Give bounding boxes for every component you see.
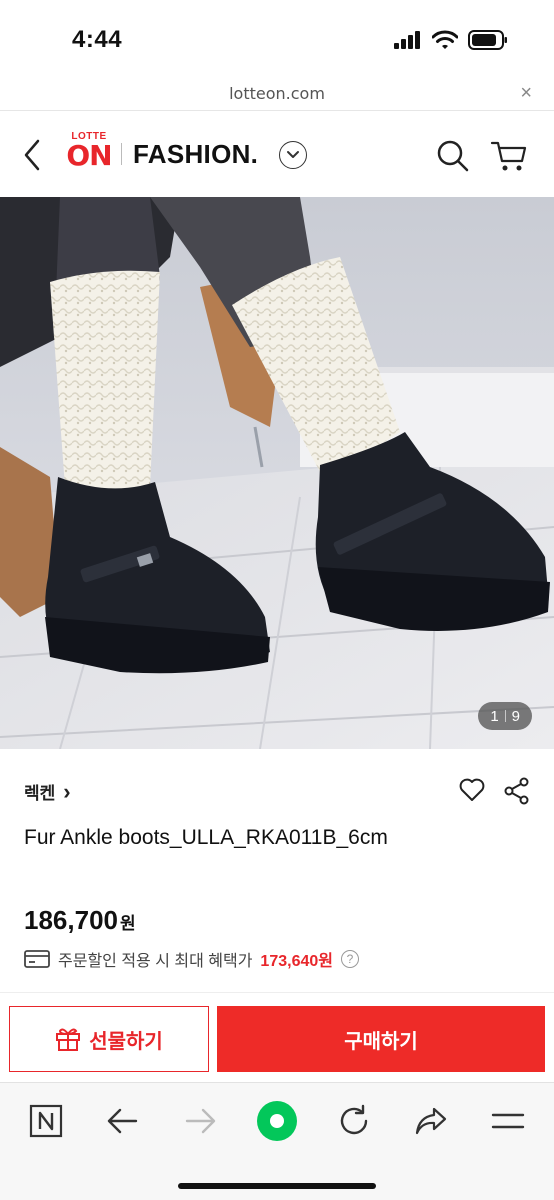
cart-button[interactable] <box>490 139 528 173</box>
naver-home-button[interactable] <box>24 1099 68 1143</box>
browser-forward-button[interactable] <box>178 1099 222 1143</box>
refresh-button[interactable] <box>332 1099 376 1143</box>
green-dot-button[interactable] <box>255 1099 299 1143</box>
menu-icon <box>491 1113 525 1129</box>
help-icon[interactable]: ? <box>340 950 359 968</box>
product-photo <box>0 197 554 749</box>
browser-toolbar <box>0 1082 554 1200</box>
wifi-icon <box>432 30 458 49</box>
url-bar[interactable]: lotteon.com × <box>0 80 554 110</box>
price-value: 186,700 <box>24 905 118 935</box>
image-counter: 1 9 <box>478 702 532 730</box>
benefit-info: 주문할인 적용 시 최대 혜택가 173,640원 ? <box>24 947 359 971</box>
heart-icon <box>459 778 485 801</box>
wishlist-button[interactable] <box>458 777 486 803</box>
url-text[interactable]: lotteon.com <box>0 84 554 103</box>
product-image[interactable]: 1 9 <box>0 197 554 749</box>
forward-share-icon <box>415 1107 447 1135</box>
cta-divider <box>0 992 554 993</box>
card-icon <box>24 950 50 968</box>
share-page-button[interactable] <box>409 1099 453 1143</box>
chevron-down-icon <box>287 151 299 158</box>
image-counter-total: 9 <box>511 707 520 725</box>
lotte-on-logo[interactable]: LOTTE ON <box>66 131 112 181</box>
image-counter-divider <box>504 710 506 722</box>
price-unit: 원 <box>119 914 136 933</box>
cart-icon <box>490 141 527 171</box>
menu-button[interactable] <box>486 1099 530 1143</box>
gift-button[interactable]: 선물하기 <box>9 1006 209 1072</box>
signal-icon <box>394 31 420 49</box>
product-name: Fur Ankle boots_ULLA_RKA011B_6cm <box>24 826 388 849</box>
back-button[interactable] <box>18 135 48 175</box>
product-price: 186,700 원 <box>24 905 136 936</box>
share-button[interactable] <box>504 777 530 805</box>
close-icon[interactable]: × <box>520 82 532 105</box>
status-time: 4:44 <box>72 26 123 53</box>
buy-label: 구매하기 <box>344 1030 418 1053</box>
arrow-left-icon <box>107 1108 138 1134</box>
browser-back-button[interactable] <box>101 1099 145 1143</box>
green-dot-icon <box>257 1101 297 1141</box>
page-title-text: FASHION <box>133 139 251 169</box>
page-title[interactable]: FASHION. <box>133 139 258 170</box>
page-title-dot: . <box>250 139 259 169</box>
naver-n-icon <box>29 1104 63 1138</box>
gift-label: 선물하기 <box>89 1030 163 1053</box>
logo-on-text: ON <box>66 139 112 172</box>
home-indicator[interactable] <box>178 1183 376 1189</box>
share-icon <box>504 777 529 805</box>
chevron-right-icon: › <box>63 778 71 804</box>
brand-name: 렉켄 <box>24 784 56 803</box>
refresh-icon <box>340 1104 368 1135</box>
search-icon <box>437 140 469 172</box>
chevron-left-icon <box>24 139 40 171</box>
arrow-right-icon <box>185 1108 216 1134</box>
header-separator <box>121 143 122 165</box>
search-button[interactable] <box>436 139 470 173</box>
app-header: LOTTE ON FASHION. <box>0 111 554 197</box>
image-counter-current: 1 <box>490 707 499 725</box>
gift-icon <box>56 1028 81 1051</box>
benefit-label: 주문할인 적용 시 최대 혜택가 <box>58 953 253 970</box>
buy-button[interactable]: 구매하기 <box>217 1006 545 1072</box>
category-dropdown-button[interactable] <box>279 141 307 169</box>
benefit-amount: 173,640원 <box>260 953 333 970</box>
status-bar: 4:44 <box>0 0 554 80</box>
battery-icon <box>468 30 507 50</box>
status-icons <box>394 30 508 50</box>
brand-link[interactable]: 렉켄 › <box>24 779 71 804</box>
